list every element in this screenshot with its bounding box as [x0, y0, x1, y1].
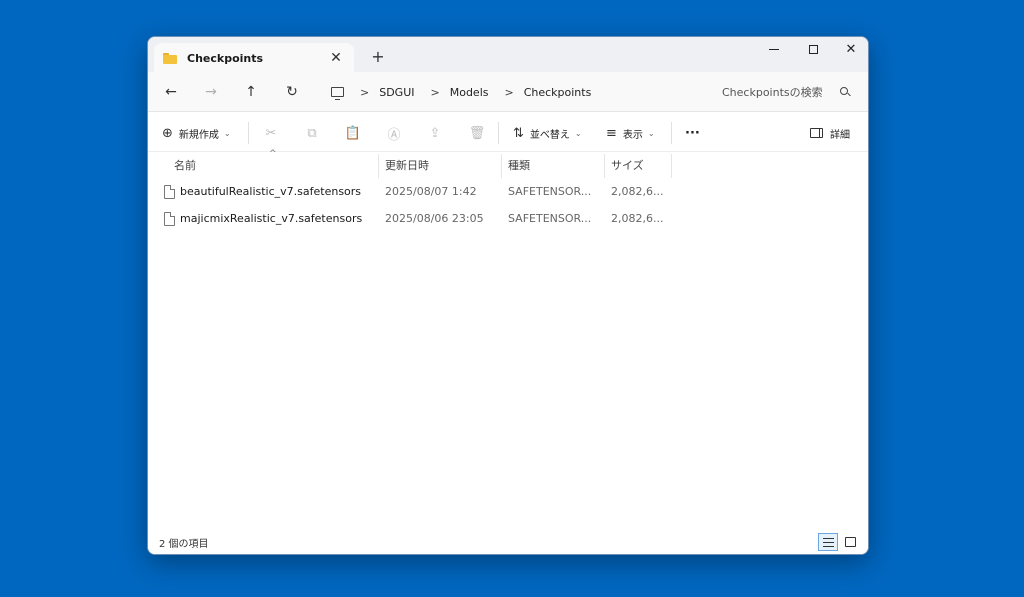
file-type: SAFETENSOR...	[508, 212, 592, 225]
file-list: beautifulRealistic_v7.safetensors 2025/0…	[148, 178, 868, 232]
chevron-down-icon: ⌄	[223, 128, 231, 138]
column-size[interactable]: サイズ	[605, 152, 671, 178]
chevron-down-icon: ⌄	[647, 128, 655, 138]
tab-checkpoints[interactable]: Checkpoints ✕	[154, 43, 354, 73]
chevron-right-icon: >	[430, 85, 440, 99]
rename-icon[interactable]: Ⓐ	[385, 124, 403, 143]
refresh-button[interactable]: ↻	[282, 82, 302, 102]
file-explorer-window: Checkpoints ✕ + ✕ ← → ↑ ↻ > SDGUI > Mode…	[147, 36, 869, 555]
column-modified[interactable]: 更新日時	[379, 152, 501, 178]
details-pane-button[interactable]: 詳細	[810, 122, 850, 144]
file-name: majicmixRealistic_v7.safetensors	[180, 212, 363, 225]
up-button[interactable]: ↑	[241, 82, 261, 102]
status-bar: 2 個の項目	[148, 530, 868, 554]
chevron-right-icon: >	[504, 85, 514, 99]
column-header: ^ 名前 更新日時 種類 サイズ	[148, 149, 868, 178]
title-bar: Checkpoints ✕ + ✕	[148, 37, 868, 73]
copy-icon[interactable]: ⧉	[303, 124, 321, 142]
search-input[interactable]: Checkpointsの検索	[714, 77, 860, 107]
minimize-button[interactable]	[754, 37, 794, 62]
tiles-view-button[interactable]	[840, 533, 860, 551]
address-bar[interactable]: > SDGUI > Models > Checkpoints	[323, 77, 693, 107]
file-size: 2,082,6...	[611, 185, 664, 198]
tab-title: Checkpoints	[187, 51, 264, 65]
sort-button[interactable]: ⇅ 並べ替え ⌄	[513, 122, 582, 144]
file-name-cell: majicmixRealistic_v7.safetensors	[164, 205, 362, 232]
new-button[interactable]: ⊕ 新規作成 ⌄	[162, 122, 231, 144]
item-count: 2 個の項目	[159, 538, 209, 550]
view-button[interactable]: ≡ 表示 ⌄	[606, 122, 655, 144]
details-view-button[interactable]	[818, 533, 838, 551]
minimize-icon	[769, 49, 779, 50]
file-icon	[164, 211, 175, 226]
tiles-view-icon	[844, 537, 856, 547]
share-icon[interactable]: ⇪	[426, 124, 444, 142]
this-pc-icon	[331, 87, 344, 100]
chevron-right-icon: >	[360, 85, 370, 99]
search-placeholder: Checkpointsの検索	[722, 86, 823, 99]
file-name-cell: beautifulRealistic_v7.safetensors	[164, 178, 361, 205]
breadcrumb-sdgui[interactable]: SDGUI	[379, 86, 414, 99]
new-tab-button[interactable]: +	[368, 46, 388, 66]
cut-icon[interactable]: ✂	[262, 124, 280, 142]
list-view-icon	[822, 537, 834, 547]
details-pane-icon	[810, 128, 823, 138]
breadcrumb-checkpoints[interactable]: Checkpoints	[524, 86, 592, 99]
new-label: 新規作成	[178, 129, 219, 141]
view-lines-icon: ≡	[606, 125, 617, 141]
command-bar: ⊕ 新規作成 ⌄ ✂ ⧉ 📋 Ⓐ ⇪ 🗑 ⇅ 並べ替え ⌄ ≡ 表示 ⌄ ···…	[148, 112, 868, 152]
forward-button[interactable]: →	[201, 82, 221, 102]
file-icon	[164, 184, 175, 199]
maximize-button[interactable]	[793, 37, 833, 62]
plus-circle-icon: ⊕	[162, 125, 173, 141]
column-type[interactable]: 種類	[502, 152, 604, 178]
file-modified: 2025/08/06 23:05	[385, 212, 484, 225]
details-label: 詳細	[830, 129, 850, 141]
file-type: SAFETENSOR...	[508, 185, 592, 198]
sort-icon: ⇅	[513, 125, 524, 141]
list-item[interactable]: majicmixRealistic_v7.safetensors 2025/08…	[148, 205, 868, 232]
more-options-button[interactable]: ···	[685, 122, 700, 144]
column-name[interactable]: 名前	[168, 152, 378, 178]
divider	[671, 122, 672, 144]
tab-close-button[interactable]: ✕	[324, 47, 348, 69]
chevron-down-icon: ⌄	[574, 128, 582, 138]
navigation-bar: ← → ↑ ↻ > SDGUI > Models > Checkpoints C…	[148, 72, 868, 112]
divider	[498, 122, 499, 144]
file-modified: 2025/08/07 1:42	[385, 185, 477, 198]
folder-icon	[163, 52, 177, 64]
file-name: beautifulRealistic_v7.safetensors	[180, 185, 362, 198]
column-divider[interactable]	[671, 154, 672, 178]
delete-icon[interactable]: 🗑	[468, 124, 486, 142]
view-label: 表示	[622, 129, 643, 141]
sort-label: 並べ替え	[529, 129, 570, 141]
divider	[248, 122, 249, 144]
list-item[interactable]: beautifulRealistic_v7.safetensors 2025/0…	[148, 178, 868, 205]
file-size: 2,082,6...	[611, 212, 664, 225]
back-button[interactable]: ←	[161, 82, 181, 102]
search-icon	[838, 85, 852, 99]
maximize-icon	[808, 45, 818, 54]
paste-icon[interactable]: 📋	[344, 124, 362, 142]
breadcrumb-models[interactable]: Models	[450, 86, 489, 99]
close-window-button[interactable]: ✕	[831, 37, 868, 62]
